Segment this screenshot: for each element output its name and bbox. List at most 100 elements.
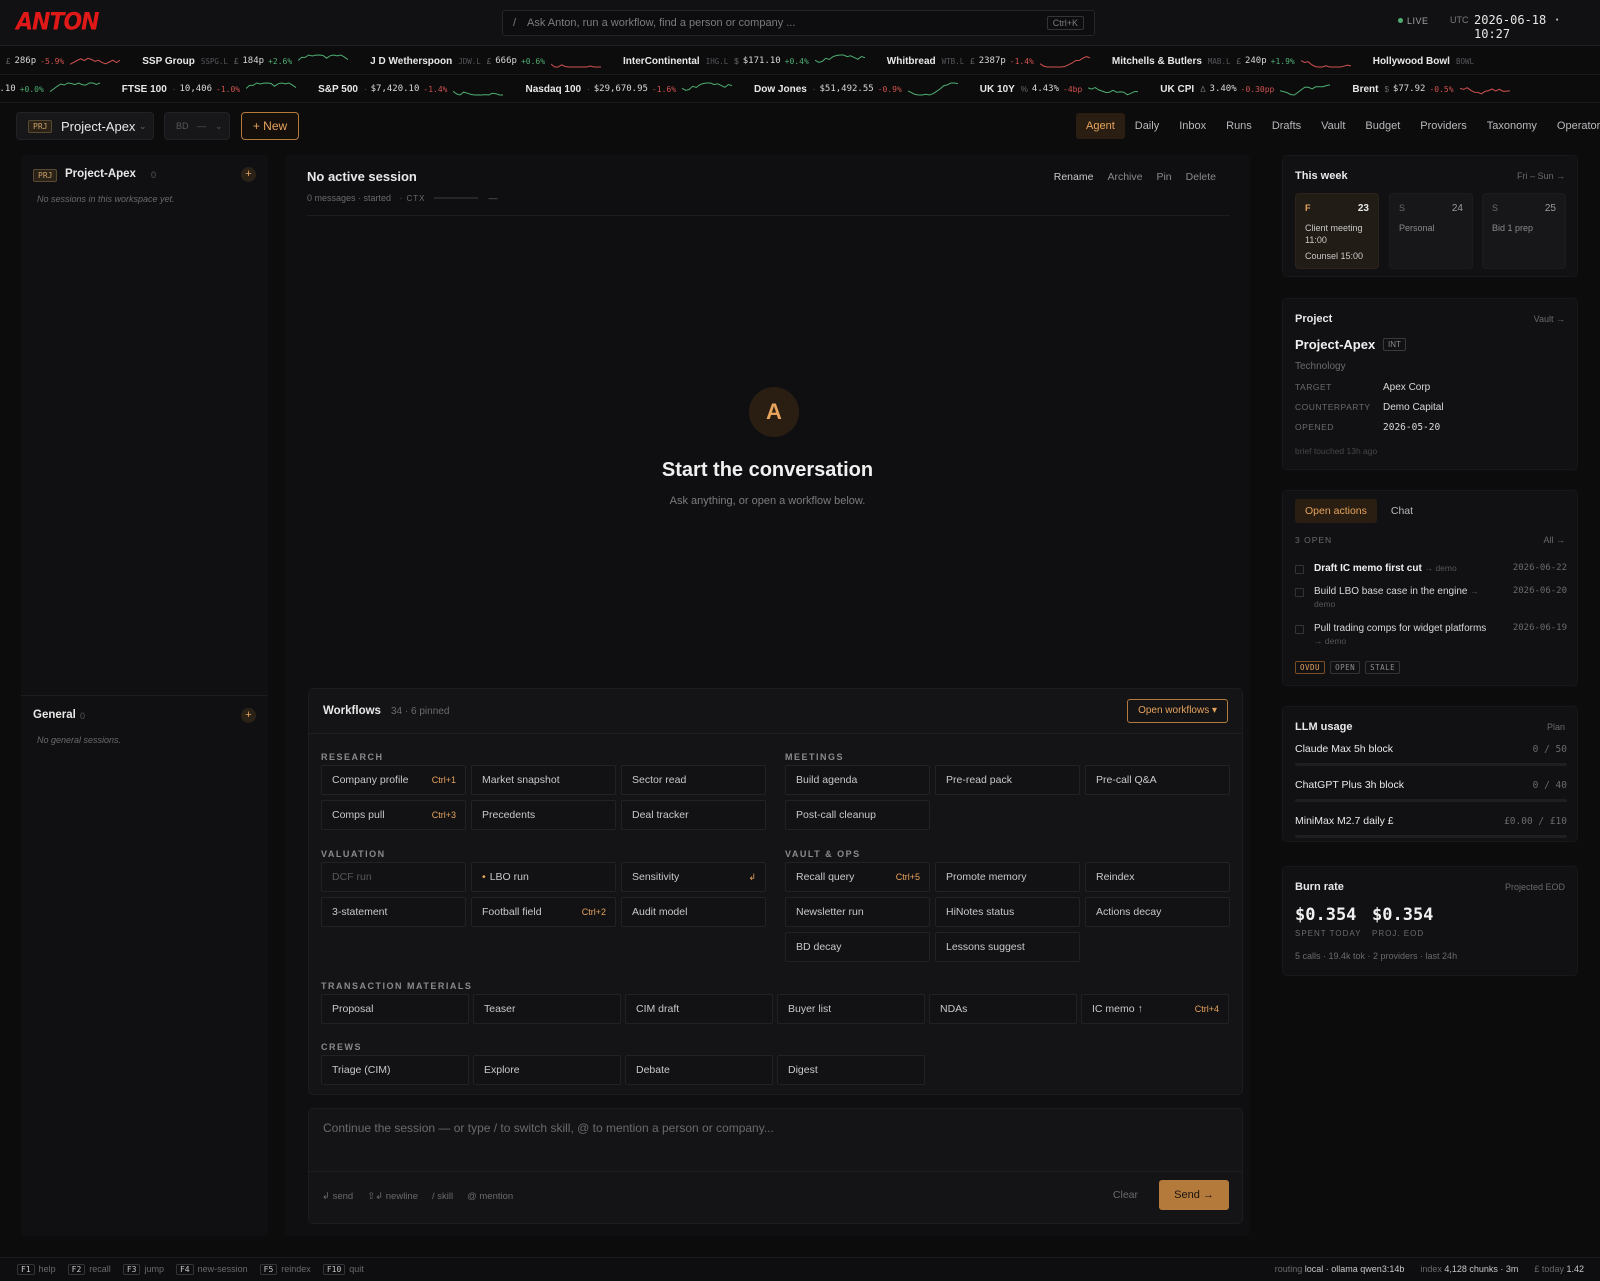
workflow-recall-query-button[interactable]: Recall query Ctrl+5 bbox=[785, 862, 930, 892]
checkbox[interactable] bbox=[1295, 565, 1304, 574]
workflow-proposal-button[interactable]: Proposal bbox=[321, 994, 469, 1024]
workflow-explore-button[interactable]: Explore bbox=[473, 1055, 621, 1085]
ticker-name: S&P 500 bbox=[318, 83, 358, 95]
workflow-reindex-button[interactable]: Reindex bbox=[1085, 862, 1230, 892]
tab-drafts[interactable]: Drafts bbox=[1262, 113, 1311, 139]
filter-overdue[interactable]: OVDU bbox=[1295, 661, 1326, 674]
fkey-jump[interactable]: F3 jump bbox=[122, 1264, 164, 1275]
ticker-item[interactable]: S&P 500 · $7,420.10 -1.4% bbox=[318, 81, 504, 97]
workflow-dcf-run-button[interactable]: DCF run bbox=[321, 862, 466, 892]
workflow-hinotes-status-button[interactable]: HiNotes status bbox=[935, 897, 1080, 927]
ticker-item[interactable]: SSP Group SSPG.L £184p +2.6% bbox=[142, 53, 349, 69]
filter-open[interactable]: OPEN bbox=[1330, 661, 1361, 674]
ticker-item[interactable]: Whitbread WTB.L £2387p -1.4% bbox=[887, 53, 1090, 69]
fkey-help[interactable]: F1 help bbox=[17, 1264, 56, 1275]
tab-taxonomy[interactable]: Taxonomy bbox=[1477, 113, 1547, 139]
project-selector[interactable]: PRJ Project-Apex ⌄ bbox=[16, 112, 154, 140]
tab-budget[interactable]: Budget bbox=[1355, 113, 1410, 139]
workflow-sensitivity-button[interactable]: Sensitivity ↲ bbox=[621, 862, 766, 892]
workflow-cim-draft-button[interactable]: CIM draft bbox=[625, 994, 773, 1024]
tab-open-actions[interactable]: Open actions bbox=[1295, 499, 1377, 523]
workflow-sector-read-button[interactable]: Sector read bbox=[621, 765, 766, 795]
checkbox[interactable] bbox=[1295, 588, 1304, 597]
send-button[interactable]: Send → bbox=[1159, 1180, 1229, 1210]
ticker-item[interactable]: Dow Jones · $51,492.55 -0.9% bbox=[754, 81, 958, 97]
ticker-item[interactable]: Brent $ $77.92 -0.5% bbox=[1352, 81, 1510, 97]
plan-link[interactable]: Plan bbox=[1547, 722, 1565, 732]
workflow-bd-decay-button[interactable]: BD decay bbox=[785, 932, 930, 962]
workflow-company-profile-button[interactable]: Company profile Ctrl+1 bbox=[321, 765, 466, 795]
day-cell[interactable]: S 24 Personal bbox=[1389, 193, 1473, 269]
tab-daily[interactable]: Daily bbox=[1125, 113, 1169, 139]
workflow-post-call-cleanup-button[interactable]: Post-call cleanup bbox=[785, 800, 930, 830]
ctx-label: · CTX bbox=[399, 194, 426, 203]
tab-operator[interactable]: Operator bbox=[1547, 113, 1600, 139]
workflow-pre-call-q-a-button[interactable]: Pre-call Q&A bbox=[1085, 765, 1230, 795]
workflow-debate-button[interactable]: Debate bbox=[625, 1055, 773, 1085]
workflow-lbo-run-button[interactable]: • LBO run bbox=[471, 862, 616, 892]
workflow-comps-pull-button[interactable]: Comps pull Ctrl+3 bbox=[321, 800, 466, 830]
ticker-item[interactable]: InterContinental IHG.L $ $171.10 +0.4% bbox=[623, 53, 865, 69]
tab-runs[interactable]: Runs bbox=[1216, 113, 1262, 139]
bd-selector[interactable]: BD — ⌄ bbox=[164, 112, 230, 140]
tab-inbox[interactable]: Inbox bbox=[1169, 113, 1216, 139]
workflow-actions-decay-button[interactable]: Actions decay bbox=[1085, 897, 1230, 927]
ticker-item[interactable]: Nasdaq 100 · $29,670.95 -1.6% bbox=[525, 81, 733, 97]
workflow-market-snapshot-button[interactable]: Market snapshot bbox=[471, 765, 616, 795]
tab-chat[interactable]: Chat bbox=[1381, 499, 1423, 523]
search-input[interactable] bbox=[527, 14, 1007, 32]
workflow-promote-memory-button[interactable]: Promote memory bbox=[935, 862, 1080, 892]
ticker-item[interactable]: UK 10Y% 4.43% -4bp bbox=[980, 81, 1139, 97]
session-meta-text: 0 messages · started bbox=[307, 193, 392, 203]
filter-stale[interactable]: STALE bbox=[1365, 661, 1401, 674]
ticker-item[interactable]: Mitchells & Butlers MAB.L £240p +1.9% bbox=[1112, 53, 1351, 69]
rename-button[interactable]: Rename bbox=[1054, 171, 1094, 183]
workflow-newsletter-run-button[interactable]: Newsletter run bbox=[785, 897, 930, 927]
day-cell[interactable]: F 23 Client meeting 11:00 Counsel 15:00 bbox=[1295, 193, 1379, 269]
message-input[interactable] bbox=[323, 1121, 1228, 1161]
ticker-item[interactable]: Hollywood Bowl BOWL bbox=[1373, 56, 1480, 67]
fkey-recall[interactable]: F2 recall bbox=[67, 1264, 111, 1275]
ticker-item[interactable]: FTSE 100 · 10,406 -1.0% bbox=[122, 81, 297, 97]
add-session-button[interactable]: + bbox=[241, 708, 256, 723]
fkey-reindex[interactable]: F5 reindex bbox=[259, 1264, 311, 1275]
app-logo[interactable]: ANTON bbox=[16, 9, 100, 37]
vault-link[interactable]: Vault → bbox=[1534, 314, 1565, 324]
new-session-button[interactable]: + New bbox=[241, 112, 299, 140]
workflow-3-statement-button[interactable]: 3-statement bbox=[321, 897, 466, 927]
fkey-quit[interactable]: F10 quit bbox=[322, 1264, 364, 1275]
tab-agent[interactable]: Agent bbox=[1076, 113, 1125, 139]
workflow-deal-tracker-button[interactable]: Deal tracker bbox=[621, 800, 766, 830]
day-cell[interactable]: S 25 Bid 1 prep bbox=[1482, 193, 1566, 269]
all-actions-link[interactable]: All → bbox=[1543, 535, 1565, 545]
archive-button[interactable]: Archive bbox=[1107, 171, 1142, 183]
workflow-triage-cim-button[interactable]: Triage (CIM) bbox=[321, 1055, 469, 1085]
ticker-item[interactable]: 7.10+0.0% bbox=[0, 81, 100, 97]
pin-button[interactable]: Pin bbox=[1156, 171, 1171, 183]
workflow-lessons-suggest-button[interactable]: Lessons suggest bbox=[935, 932, 1080, 962]
tab-vault[interactable]: Vault bbox=[1311, 113, 1355, 139]
open-workflows-button[interactable]: Open workflows ▾ bbox=[1127, 699, 1228, 723]
clock: 2026-06-18 · 10:27 bbox=[1474, 13, 1561, 41]
workflow-build-agenda-button[interactable]: Build agenda bbox=[785, 765, 930, 795]
workflow-teaser-button[interactable]: Teaser bbox=[473, 994, 621, 1024]
ticker-item[interactable]: J D Wetherspoon JDW.L £666p +0.6% bbox=[370, 53, 602, 69]
fkey-new-session[interactable]: F4 new-session bbox=[175, 1264, 248, 1275]
tab-providers[interactable]: Providers bbox=[1410, 113, 1476, 139]
workflow-audit-model-button[interactable]: Audit model bbox=[621, 897, 766, 927]
workflow-football-field-button[interactable]: Football field Ctrl+2 bbox=[471, 897, 616, 927]
workflow-precedents-button[interactable]: Precedents bbox=[471, 800, 616, 830]
workflow-digest-button[interactable]: Digest bbox=[777, 1055, 925, 1085]
delete-button[interactable]: Delete bbox=[1186, 171, 1216, 183]
workflow-buyer-list-button[interactable]: Buyer list bbox=[777, 994, 925, 1024]
global-search[interactable]: / Ctrl+K bbox=[502, 10, 1095, 36]
checkbox[interactable] bbox=[1295, 625, 1304, 634]
ticker-item[interactable]: UK CPI Δ 3.40% -0.30pp bbox=[1160, 81, 1331, 97]
ticker-item[interactable]: £286p -5.9% bbox=[6, 53, 121, 69]
workflow-ndas-button[interactable]: NDAs bbox=[929, 994, 1077, 1024]
workflow-pre-read-pack-button[interactable]: Pre-read pack bbox=[935, 765, 1080, 795]
clear-button[interactable]: Clear bbox=[1113, 1189, 1138, 1201]
week-range-link[interactable]: Fri – Sun → bbox=[1517, 171, 1565, 181]
workflow-ic-memo-button[interactable]: IC memo ↑ Ctrl+4 bbox=[1081, 994, 1229, 1024]
add-session-button[interactable]: + bbox=[241, 167, 256, 182]
